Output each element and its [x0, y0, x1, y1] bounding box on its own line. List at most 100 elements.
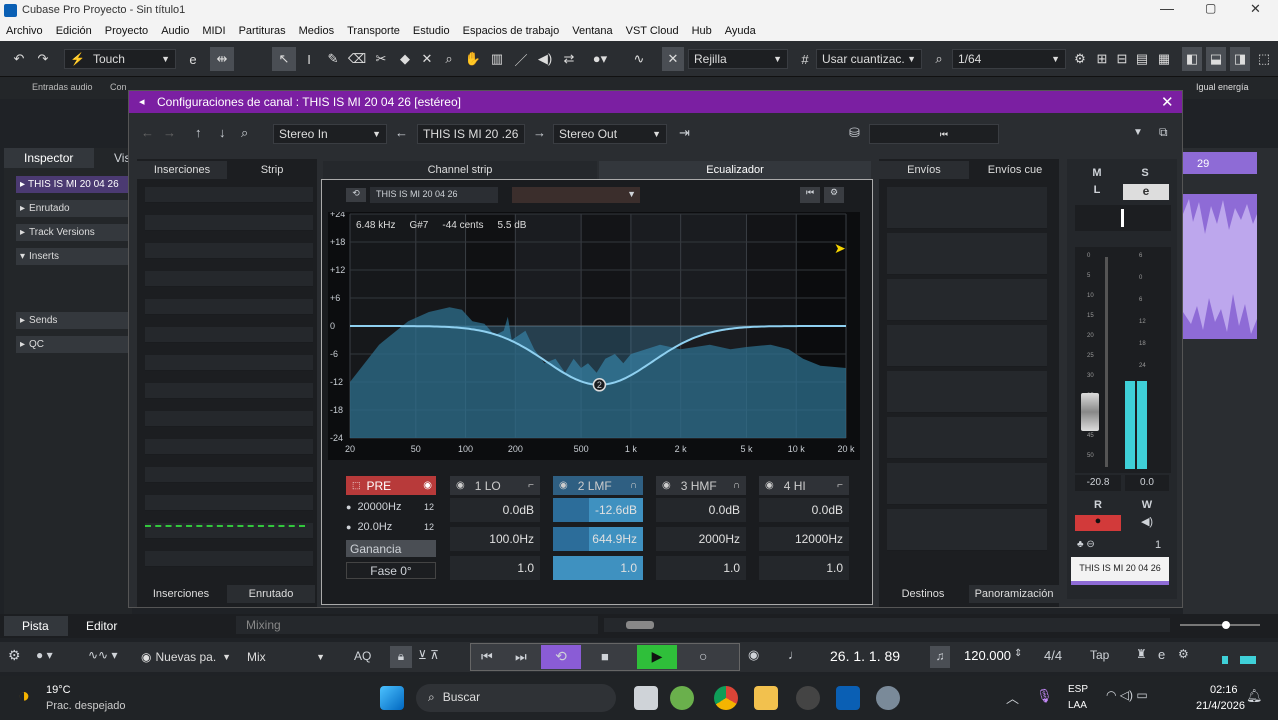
redo-icon[interactable]: ↷	[34, 47, 52, 71]
weather-temp[interactable]: 19°C	[46, 684, 71, 696]
settings-icon[interactable]: ⚙	[8, 647, 21, 664]
band-header[interactable]: ◉ 1 LO ⌐	[450, 476, 540, 495]
inspector-track-header[interactable]: ▸ THIS IS MI 20 04 26	[16, 176, 132, 193]
edit-e-icon[interactable]: e	[184, 47, 202, 71]
solo-button[interactable]: S	[1123, 167, 1167, 181]
band-freq-field[interactable]: 644.9Hz	[553, 527, 643, 551]
draw-tool-icon[interactable]: ✎	[324, 47, 342, 71]
notification-icon[interactable]: 🔔︎	[1246, 688, 1263, 704]
band-gain-field[interactable]: 0.0dB	[656, 498, 746, 522]
chrome-icon[interactable]	[714, 686, 738, 710]
equalizer-tab[interactable]: Ecualizador	[599, 161, 871, 179]
pre-lp-row[interactable]: ● 20.0Hz 12	[346, 518, 436, 536]
menu-item-partituras[interactable]: Partituras	[239, 25, 286, 37]
pre-hp-row[interactable]: ● 20000Hz 12	[346, 498, 436, 516]
tap-button[interactable]: Tap	[1090, 648, 1109, 662]
file-explorer-icon[interactable]	[754, 686, 778, 710]
zoom-slider[interactable]	[1180, 621, 1260, 629]
insert-slot[interactable]	[145, 467, 313, 483]
inserts-tab[interactable]: Inserciones	[137, 161, 227, 179]
line-tool-icon[interactable]: ／	[512, 47, 530, 71]
quantize-settings-icon[interactable]: ⚙	[1072, 47, 1088, 71]
mic-icon[interactable]: 🎙︎	[1036, 688, 1053, 704]
write-automation-button[interactable]: W	[1125, 499, 1169, 513]
eq-bypass-icon[interactable]: ⟲	[346, 188, 366, 202]
curve-icon[interactable]: ∿	[630, 47, 648, 71]
tuner-icon[interactable]: ♜	[1136, 647, 1147, 661]
preset-menu-icon[interactable]: ▼	[1133, 127, 1143, 138]
pointer-tool-icon[interactable]: ↖	[272, 47, 296, 71]
lang-primary[interactable]: ESP	[1068, 684, 1088, 695]
band-freq-field[interactable]: 2000Hz	[656, 527, 746, 551]
tempo-stepper-icon[interactable]: ⇕	[1014, 648, 1022, 659]
hand-tool-icon[interactable]: ✋	[464, 47, 482, 71]
menu-item-ventana[interactable]: Ventana	[572, 25, 612, 37]
band-freq-field[interactable]: 100.0Hz	[450, 527, 540, 551]
send-slot[interactable]	[887, 279, 1047, 321]
erase-tool-icon[interactable]: ⌫	[348, 47, 366, 71]
window-settings-icon[interactable]: ⧉	[1159, 125, 1168, 140]
menu-item-audio[interactable]: Audio	[161, 25, 189, 37]
inserts-bottom-tab[interactable]: Inserciones	[137, 585, 225, 603]
panning-bottom-tab[interactable]: Panoramización	[969, 585, 1059, 603]
task-view-icon[interactable]	[634, 686, 658, 710]
fader-value-left[interactable]: -20.8	[1075, 475, 1121, 491]
insert-slot[interactable]	[145, 439, 313, 455]
sends-tab[interactable]: Envíos	[879, 161, 969, 179]
menu-item-hub[interactable]: Hub	[692, 25, 712, 37]
minimize-button[interactable]: —	[1160, 0, 1174, 16]
menu-item-midi[interactable]: MIDI	[202, 25, 225, 37]
snap-grid-icon[interactable]: ✕	[662, 47, 684, 71]
band-q-field[interactable]: 1.0	[759, 556, 849, 580]
split-tool-icon[interactable]: ✂	[372, 47, 390, 71]
insert-slot[interactable]	[145, 495, 313, 511]
waveform-icon[interactable]: ∿∿ ▾	[88, 648, 117, 662]
phase-button[interactable]: Fase 0°	[346, 562, 436, 579]
layout-icon-1[interactable]: ⊞	[1094, 47, 1110, 71]
record-mode-icon[interactable]: ● ▾	[36, 648, 53, 662]
quantize-value-dropdown[interactable]: 1/64 ▼	[952, 49, 1066, 69]
read-automation-button[interactable]: R	[1075, 499, 1121, 513]
tempo-track-icon[interactable]: ♫	[930, 646, 950, 668]
visibility-tab[interactable]: Vis	[96, 148, 130, 168]
pre-header[interactable]: ⬚ PRE ◉	[346, 476, 436, 495]
preset-dropdown[interactable]: ◉ Nuevas pa. ▼	[136, 647, 236, 667]
band-gain-field[interactable]: 0.0dB	[450, 498, 540, 522]
mix-dropdown[interactable]: Mix ▼	[242, 647, 330, 667]
snap-icon[interactable]: ⇹	[210, 47, 234, 71]
clock-time[interactable]: 02:16	[1210, 684, 1238, 696]
maximize-button[interactable]: ▢	[1205, 1, 1216, 15]
comp-tool-icon[interactable]: ⇄	[560, 47, 578, 71]
layout-icon-2[interactable]: ⊟	[1114, 47, 1130, 71]
send-slot[interactable]	[887, 325, 1047, 367]
insert-slot[interactable]	[145, 299, 313, 315]
menu-item-estudio[interactable]: Estudio	[413, 25, 450, 37]
send-slot[interactable]	[887, 417, 1047, 459]
eq-reset-icon[interactable]: ⏮	[800, 187, 820, 203]
punch-icon[interactable]: ⊻ ⊼	[418, 648, 439, 662]
cubase-taskbar-icon[interactable]	[836, 686, 860, 710]
editor-tab[interactable]: Editor	[70, 616, 132, 636]
band-gain-field[interactable]: -12.6dB	[553, 498, 643, 522]
band-header[interactable]: ◉ 3 HMF ∩	[656, 476, 746, 495]
fader-value-right[interactable]: 0.0	[1125, 475, 1169, 491]
wifi-icon[interactable]: ◠ ◁) ▭	[1106, 688, 1148, 702]
cue-sends-tab[interactable]: Envíos cue	[971, 161, 1059, 179]
presets-icon[interactable]: ⛁	[849, 125, 860, 141]
menu-item-medios[interactable]: Medios	[299, 25, 334, 37]
send-slot[interactable]	[887, 463, 1047, 505]
mixing-field[interactable]: Mixing	[236, 616, 598, 634]
menu-item-transporte[interactable]: Transporte	[347, 25, 400, 37]
eq-preset-dropdown[interactable]: ▼	[512, 187, 640, 203]
band-header[interactable]: ◉ 2 LMF ∩	[553, 476, 643, 495]
back-arrow-icon[interactable]: ←	[141, 125, 154, 140]
inspector-tab[interactable]: Inspector	[4, 148, 94, 168]
insert-slot[interactable]	[145, 383, 313, 399]
up-arrow-icon[interactable]: ↑	[195, 125, 202, 140]
signature-display[interactable]: 4/4	[1044, 648, 1062, 663]
insert-slot[interactable]	[145, 215, 313, 231]
tray-chevron-icon[interactable]: ︿	[1006, 688, 1019, 707]
send-slot[interactable]	[887, 233, 1047, 275]
search-icon[interactable]: ⌕	[241, 125, 248, 141]
position-display[interactable]: 26. 1. 1. 89	[830, 648, 900, 664]
